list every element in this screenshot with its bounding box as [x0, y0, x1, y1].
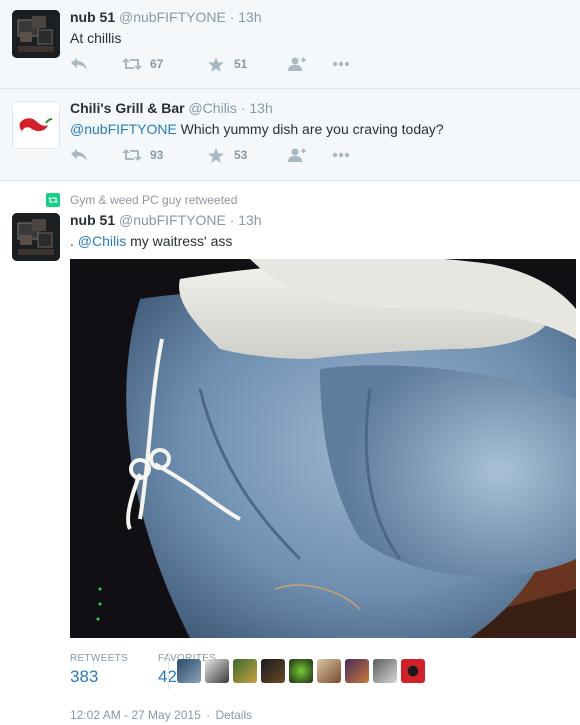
tweet-photo[interactable]	[70, 259, 576, 638]
chili-pepper-logo	[19, 118, 53, 132]
tweet-main-expanded: Gym & weed PC guy retweeted nub 51 @nubF…	[0, 181, 580, 725]
retweet-count: 93	[150, 148, 164, 162]
avatar[interactable]	[12, 101, 60, 149]
favoriter-avatar[interactable]	[289, 659, 313, 683]
separator: ·	[229, 9, 235, 25]
favorite-count: 51	[234, 57, 248, 71]
avatar[interactable]	[12, 213, 60, 261]
user-handle[interactable]: @nubFIFTYONE	[119, 212, 226, 228]
retweets-stat[interactable]: RETWEETS 383	[70, 653, 128, 687]
user-handle[interactable]: @Chilis	[188, 100, 236, 116]
tweet-text: . @Chilis my waitress' ass	[70, 233, 232, 249]
tweet-header: nub 51 @nubFIFTYONE · 13h	[70, 9, 262, 25]
retweet-count: 67	[150, 57, 164, 71]
separator: ·	[229, 212, 235, 228]
tweet-text: At chillis	[70, 30, 122, 46]
retweet-context: Gym & weed PC guy retweeted	[46, 193, 237, 207]
timestamp[interactable]: 13h	[249, 100, 272, 116]
retweet-button[interactable]: 67	[122, 57, 208, 71]
favoriter-avatar[interactable]	[205, 659, 229, 683]
favoriter-avatar[interactable]	[373, 659, 397, 683]
favoriters-avatars	[177, 659, 429, 683]
reply-button[interactable]	[70, 57, 122, 71]
reply-icon	[71, 58, 87, 70]
footer-separator: ·	[206, 708, 211, 722]
retweet-badge-icon	[46, 193, 60, 207]
favoriter-avatar[interactable]	[177, 659, 201, 683]
tweet-chilis-reply[interactable]: Chili's Grill & Bar @Chilis · 13h @nubFI…	[0, 89, 580, 181]
mention-link[interactable]: @Chilis	[78, 233, 126, 249]
tweet-header: nub 51 @nubFIFTYONE · 13h	[70, 212, 262, 228]
favoriter-avatar[interactable]	[261, 659, 285, 683]
favoriter-avatar[interactable]	[345, 659, 369, 683]
tweet-nub51-at-chillis[interactable]: nub 51 @nubFIFTYONE · 13h At chillis 67 …	[0, 0, 580, 89]
favoriter-avatar[interactable]	[317, 659, 341, 683]
separator: ·	[240, 100, 246, 116]
tweet-actions: 67 51	[70, 55, 350, 73]
retweets-value: 383	[70, 667, 99, 686]
tweet-prefix: .	[70, 233, 78, 249]
tweet-header: Chili's Grill & Bar @Chilis · 13h	[70, 100, 273, 116]
follow-icon	[288, 148, 306, 162]
favorite-star-icon	[208, 56, 224, 72]
timestamp[interactable]: 13h	[238, 212, 261, 228]
favorite-star-icon	[208, 147, 224, 163]
more-button[interactable]	[332, 61, 350, 67]
timestamp[interactable]: 13h	[238, 9, 261, 25]
more-button[interactable]	[332, 152, 350, 158]
retweet-icon	[122, 58, 142, 70]
display-name[interactable]: Chili's Grill & Bar	[70, 100, 185, 116]
retweet-icon	[122, 149, 142, 161]
tweet-body: Which yummy dish are you craving today?	[176, 121, 444, 137]
favorite-button[interactable]: 53	[208, 147, 286, 163]
reply-button[interactable]	[70, 148, 122, 162]
user-handle[interactable]: @nubFIFTYONE	[119, 9, 226, 25]
more-icon	[332, 152, 350, 158]
favorite-button[interactable]: 51	[208, 56, 286, 72]
retweet-context-label[interactable]: Gym & weed PC guy retweeted	[70, 193, 237, 207]
tweet-footer: 12:02 AM - 27 May 2015 · Details	[70, 708, 252, 722]
tweet-body: my waitress' ass	[126, 233, 233, 249]
favoriter-avatar[interactable]	[401, 659, 425, 683]
mention-link[interactable]: @nubFIFTYONE	[70, 121, 177, 137]
tweet-text: @nubFIFTYONE Which yummy dish are you cr…	[70, 121, 444, 137]
avatar[interactable]	[12, 10, 60, 58]
details-link[interactable]: Details	[215, 708, 252, 722]
display-name[interactable]: nub 51	[70, 9, 115, 25]
retweets-label: RETWEETS	[70, 653, 128, 664]
retweet-button[interactable]: 93	[122, 148, 208, 162]
favoriter-avatar[interactable]	[233, 659, 257, 683]
stats-divider	[168, 653, 169, 689]
tweet-actions: 93 53	[70, 146, 350, 164]
more-icon	[332, 61, 350, 67]
follow-icon	[288, 57, 306, 71]
display-name[interactable]: nub 51	[70, 212, 115, 228]
favorite-count: 53	[234, 148, 248, 162]
tweet-timestamp-full[interactable]: 12:02 AM - 27 May 2015	[70, 708, 201, 722]
follow-button[interactable]	[286, 57, 332, 71]
follow-button[interactable]	[286, 148, 332, 162]
reply-icon	[71, 149, 87, 161]
